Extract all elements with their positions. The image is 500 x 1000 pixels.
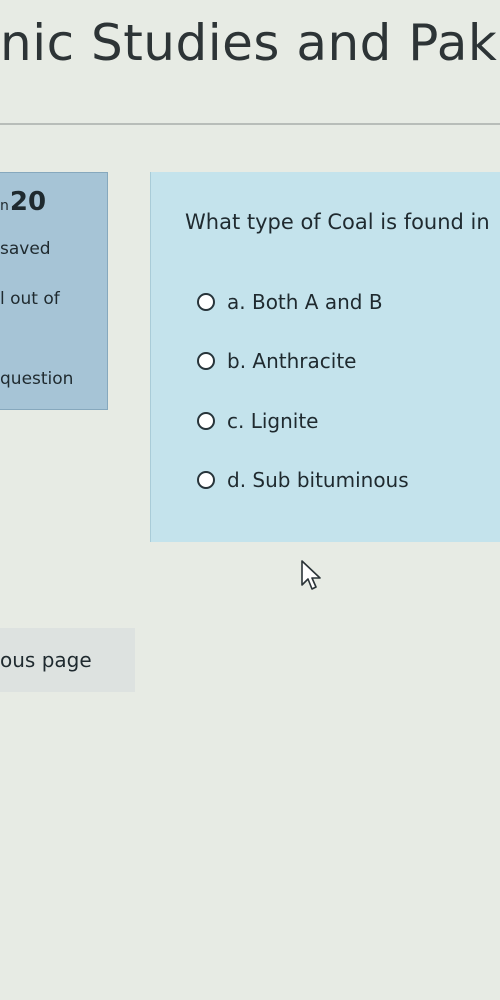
mouse-pointer-icon: [301, 560, 321, 590]
answer-option-a[interactable]: a. Both A and B: [197, 290, 383, 314]
answer-option-label[interactable]: c. Lignite: [227, 409, 318, 433]
question-number-prefix: n: [0, 198, 9, 214]
radio-unchecked-icon[interactable]: [197, 293, 215, 311]
title-divider: [0, 123, 500, 125]
question-info-panel: n20 saved l out of question: [0, 172, 108, 410]
radio-unchecked-icon[interactable]: [197, 471, 215, 489]
previous-page-button[interactable]: ous page: [0, 628, 135, 692]
question-state: saved: [0, 239, 51, 259]
flag-question-link[interactable]: question: [0, 369, 73, 389]
page-title: nic Studies and Pak: [0, 14, 498, 72]
question-number: n20: [0, 187, 46, 217]
answer-option-label[interactable]: b. Anthracite: [227, 349, 356, 373]
answer-option-label[interactable]: a. Both A and B: [227, 290, 383, 314]
question-number-value: 20: [9, 187, 47, 217]
radio-unchecked-icon[interactable]: [197, 352, 215, 370]
question-grade: l out of: [0, 289, 60, 309]
answer-option-label[interactable]: d. Sub bituminous: [227, 468, 409, 492]
previous-page-label: ous page: [0, 648, 92, 672]
question-text: What type of Coal is found in: [185, 210, 490, 234]
answer-option-c[interactable]: c. Lignite: [197, 409, 318, 433]
radio-unchecked-icon[interactable]: [197, 412, 215, 430]
question-formulation: What type of Coal is found in a. Both A …: [150, 172, 500, 542]
answer-option-b[interactable]: b. Anthracite: [197, 349, 356, 373]
answer-option-d[interactable]: d. Sub bituminous: [197, 468, 409, 492]
